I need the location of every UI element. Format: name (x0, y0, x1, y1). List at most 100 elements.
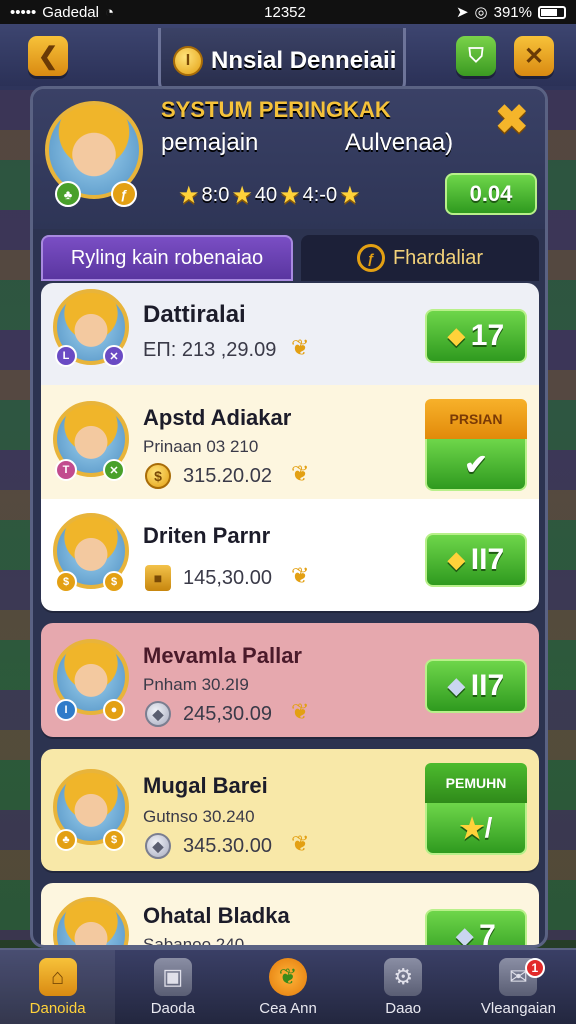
notification-badge: 1 (524, 958, 545, 978)
player-name: Apstd Adiakar (143, 405, 292, 430)
nav-item-bag[interactable]: ▣ Daoda (115, 950, 230, 1024)
leaf-badge-icon: ♣ (55, 181, 81, 207)
badge-icon: $ (55, 571, 77, 593)
shield-icon: ⛉ (468, 44, 484, 67)
badge-icon: ♣ (55, 829, 77, 851)
tab-secondary[interactable]: ƒ Fhardaliar (301, 235, 539, 281)
player-subtitle: Sabanoo.240 (143, 935, 245, 948)
nav-label: Vleangaian (480, 999, 556, 1017)
list-item[interactable]: $ $ Driten Parnr ■ 145,30.00 ❦ ◆ II7 (41, 499, 539, 611)
star-icon: ★ (339, 182, 361, 209)
badge-icon: T (55, 459, 77, 481)
status-badge: PEMUHN (425, 763, 527, 803)
nav-label: Danoida (29, 999, 86, 1017)
silver-coin-icon: ◆ (145, 701, 171, 727)
close-button[interactable]: ✕ (514, 36, 554, 76)
ranking-panel: ♣ ƒ SYSTUM PERINGKAK pemajain Aulvenaa) … (30, 86, 548, 948)
badge-icon: L (55, 345, 77, 367)
nav-item-fruit[interactable]: ❦ Cea Ann (230, 950, 345, 1024)
action-button[interactable]: ✔ (425, 439, 527, 491)
carrier-label: Gadedal (42, 3, 99, 21)
player-value: 245,30.09 (183, 703, 272, 725)
star-icon: ★ (178, 182, 200, 209)
coin-badge-icon: ƒ (111, 181, 137, 207)
rank-button[interactable]: ◆ II7 (425, 659, 527, 713)
tab-ranking[interactable]: Ryling kain robenaiao (41, 235, 293, 281)
tab-label: Ryling kain robenaiao (70, 246, 264, 269)
rank-value: 17 (470, 319, 505, 352)
fruit-icon: ❦ (269, 957, 307, 996)
bottom-nav: ⌂ Danoida ▣ Daoda ❦ Cea Ann ⚙ Daao ✉ 1 V… (0, 948, 576, 1024)
player-value: 345.30.00 (183, 835, 272, 857)
gem-icon: ◆ (447, 323, 465, 348)
page-title: Nnsial Denneiaii (211, 46, 397, 74)
player-value: 145,30.00 (183, 567, 272, 589)
player-name: Dattiralai (143, 301, 246, 328)
treasure-box-icon: ■ (145, 565, 171, 591)
close-icon: ✕ (523, 42, 545, 70)
stats-row: ★ 8:0 ★ 40 ★ 4:-0 ★ (178, 181, 361, 210)
badge-icon: $ (103, 829, 125, 851)
list-item[interactable]: Ohatal Bladka Sabanoo.240 ◆ 7 (41, 883, 539, 948)
status-badge: PRSIAN (425, 399, 527, 439)
list-item[interactable]: ♣ $ Mugal Barei Gutnso 30.240 ◆ 345.30.0… (41, 749, 539, 871)
signal-icon: ••••• (10, 3, 37, 21)
badge-icon: ✕ (103, 345, 125, 367)
score-button[interactable]: 0.04 (445, 173, 537, 215)
badge-icon: I (55, 699, 77, 721)
player-value: 315.20.02 (183, 465, 272, 487)
battery-icon (538, 5, 566, 19)
alarm-icon: ◎ (474, 4, 488, 21)
player-subtitle: Gutnso 30.240 (143, 807, 255, 826)
rank-value: II7 (470, 669, 505, 702)
gear-icon: ⚙ (384, 957, 423, 996)
list-item[interactable]: I ● Mevamla Pallar Pnham 30.2I9 ◆ 245,30… (41, 623, 539, 737)
profile-close-icon[interactable]: ✖ (495, 97, 529, 143)
rank-button[interactable]: ◆ 7 (425, 909, 527, 948)
gem-icon: ◆ (447, 547, 465, 572)
profile-section: ♣ ƒ SYSTUM PERINGKAK pemajain Aulvenaa) … (33, 89, 545, 229)
paw-icon: ❦ (291, 563, 310, 588)
tab-label: Fhardaliar (392, 246, 484, 269)
action-button[interactable]: ★ / (425, 803, 527, 855)
rank-value: 7 (479, 919, 496, 948)
check-icon: ✔ (464, 448, 488, 480)
clock: 12352 (264, 3, 306, 21)
badge-icon: ● (103, 699, 125, 721)
silver-coin-icon: ◆ (145, 833, 171, 859)
wifi-icon: ◔ (104, 3, 115, 21)
star-icon: ★ (279, 182, 301, 209)
gem-icon: ◆ (447, 673, 465, 698)
player-name: Driten Parnr (143, 523, 271, 548)
home-icon: ⌂ (38, 957, 77, 996)
stat-value: 4:-0 (302, 184, 338, 206)
coin-icon: I (173, 45, 203, 76)
player-subtitle: Pnham 30.2I9 (143, 675, 249, 694)
profile-title: SYSTUM PERINGKAK (161, 97, 391, 122)
nav-item-home[interactable]: ⌂ Danoida (0, 950, 116, 1024)
paw-icon: ❦ (291, 699, 310, 724)
shield-button[interactable]: ⛉ (456, 36, 496, 76)
nav-label: Daoda (150, 999, 195, 1017)
bag-icon: ▣ (153, 957, 192, 996)
profile-subtitle: pemajain (161, 129, 259, 156)
player-avatar (53, 897, 129, 945)
gem-icon: ◆ (456, 923, 474, 948)
paw-icon: ❦ (291, 335, 310, 360)
stat-value: 8:0 (201, 184, 230, 206)
player-value: EП: 213 ,29.09 (143, 339, 277, 361)
badge-icon: ✕ (103, 459, 125, 481)
rank-button[interactable]: ◆ 17 (425, 309, 527, 363)
list-item[interactable]: L ✕ Dattiralai EП: 213 ,29.09 ❦ ◆ 17 (41, 283, 539, 385)
player-subtitle: Prinaan 03 210 (143, 437, 259, 456)
back-button[interactable]: ❮ (28, 36, 68, 76)
list-item[interactable]: T ✕ Apstd Adiakar Prinaan 03 210 $ 315.2… (41, 385, 539, 499)
nav-label: Cea Ann (259, 999, 317, 1017)
top-header: ❮ I Nnsial Denneiaii ⛉ ✕ (0, 24, 576, 96)
location-icon: ➤ (455, 4, 469, 21)
nav-item-settings[interactable]: ⚙ Daao (346, 950, 461, 1024)
nav-item-mail[interactable]: ✉ 1 Vleangaian (461, 950, 576, 1024)
player-name: Mugal Barei (143, 773, 268, 798)
profile-subtitle-2: Aulvenaa) (345, 129, 454, 156)
rank-button[interactable]: ◆ II7 (425, 533, 527, 587)
